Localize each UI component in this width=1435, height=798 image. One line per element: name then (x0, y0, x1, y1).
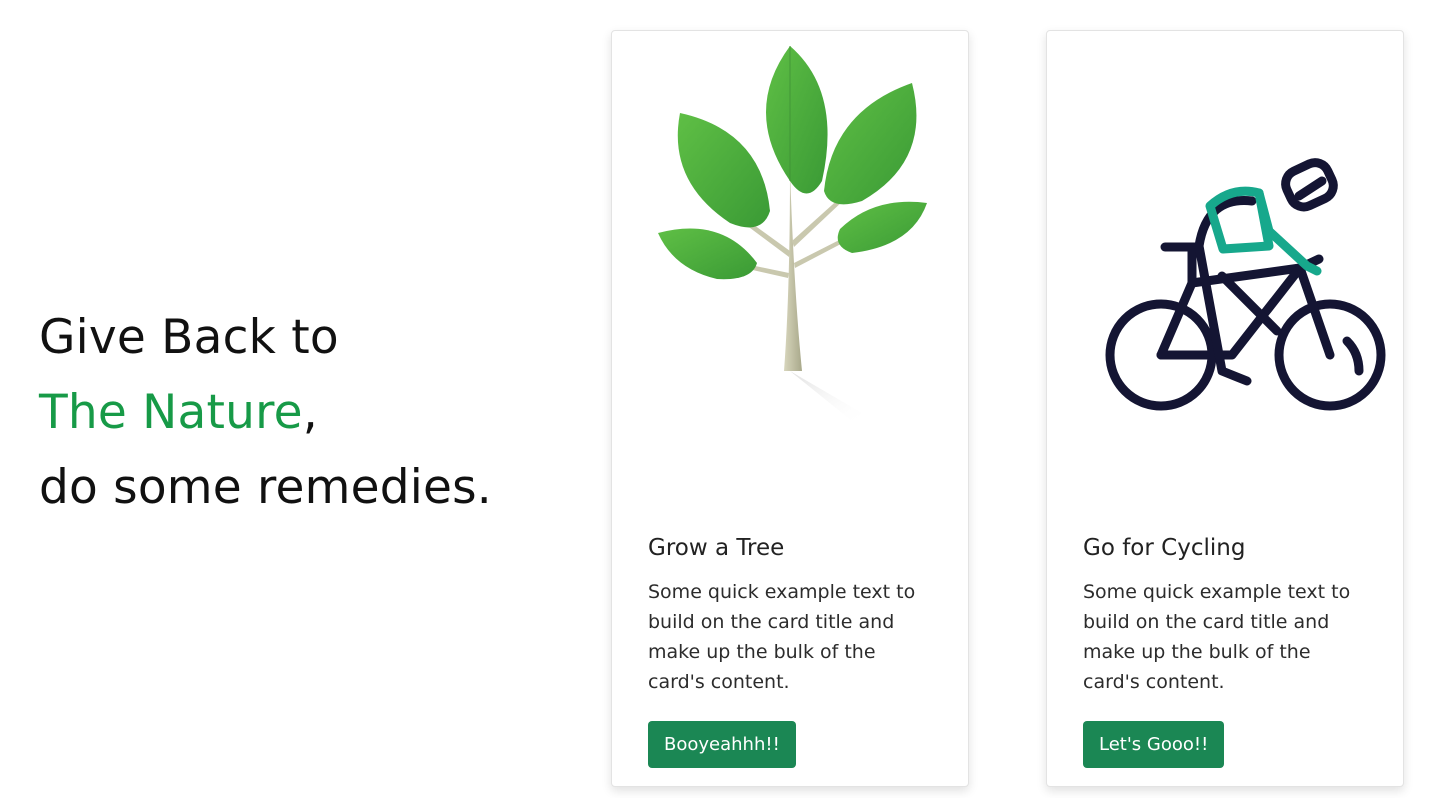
card-go-cycling: Go for Cycling Some quick example text t… (1046, 30, 1404, 787)
tree-leaf (677, 113, 770, 228)
hero-line-1: Give Back to (39, 310, 339, 365)
tree-leaf (837, 201, 927, 253)
card-text: Some quick example text to build on the … (648, 581, 916, 693)
hero-highlight: The Nature (39, 385, 303, 440)
booyeah-button[interactable]: Booyeahhh!! (648, 721, 796, 768)
hero-line-2: The Nature, (39, 375, 579, 450)
card-title: Grow a Tree (648, 535, 785, 561)
tree-branch (792, 196, 845, 247)
hero-heading: Give Back to The Nature, do some remedie… (39, 300, 579, 525)
card-grow-tree: Grow a Tree Some quick example text to b… (611, 30, 969, 787)
tree-leaf (658, 228, 757, 280)
cyclist-illustration (1105, 158, 1386, 411)
card-title: Go for Cycling (1083, 535, 1246, 561)
hero-line-3: do some remedies. (39, 460, 492, 515)
tree-illustration (658, 46, 927, 421)
bike-fender (1342, 336, 1364, 376)
tree-leaf (766, 46, 828, 194)
hero-comma: , (302, 385, 318, 440)
card-text: Some quick example text to build on the … (1083, 581, 1351, 693)
lets-go-button[interactable]: Let's Gooo!! (1083, 721, 1225, 768)
tree-leaf (824, 83, 917, 205)
tree-shadow (790, 371, 867, 421)
tree-trunk (784, 171, 802, 371)
